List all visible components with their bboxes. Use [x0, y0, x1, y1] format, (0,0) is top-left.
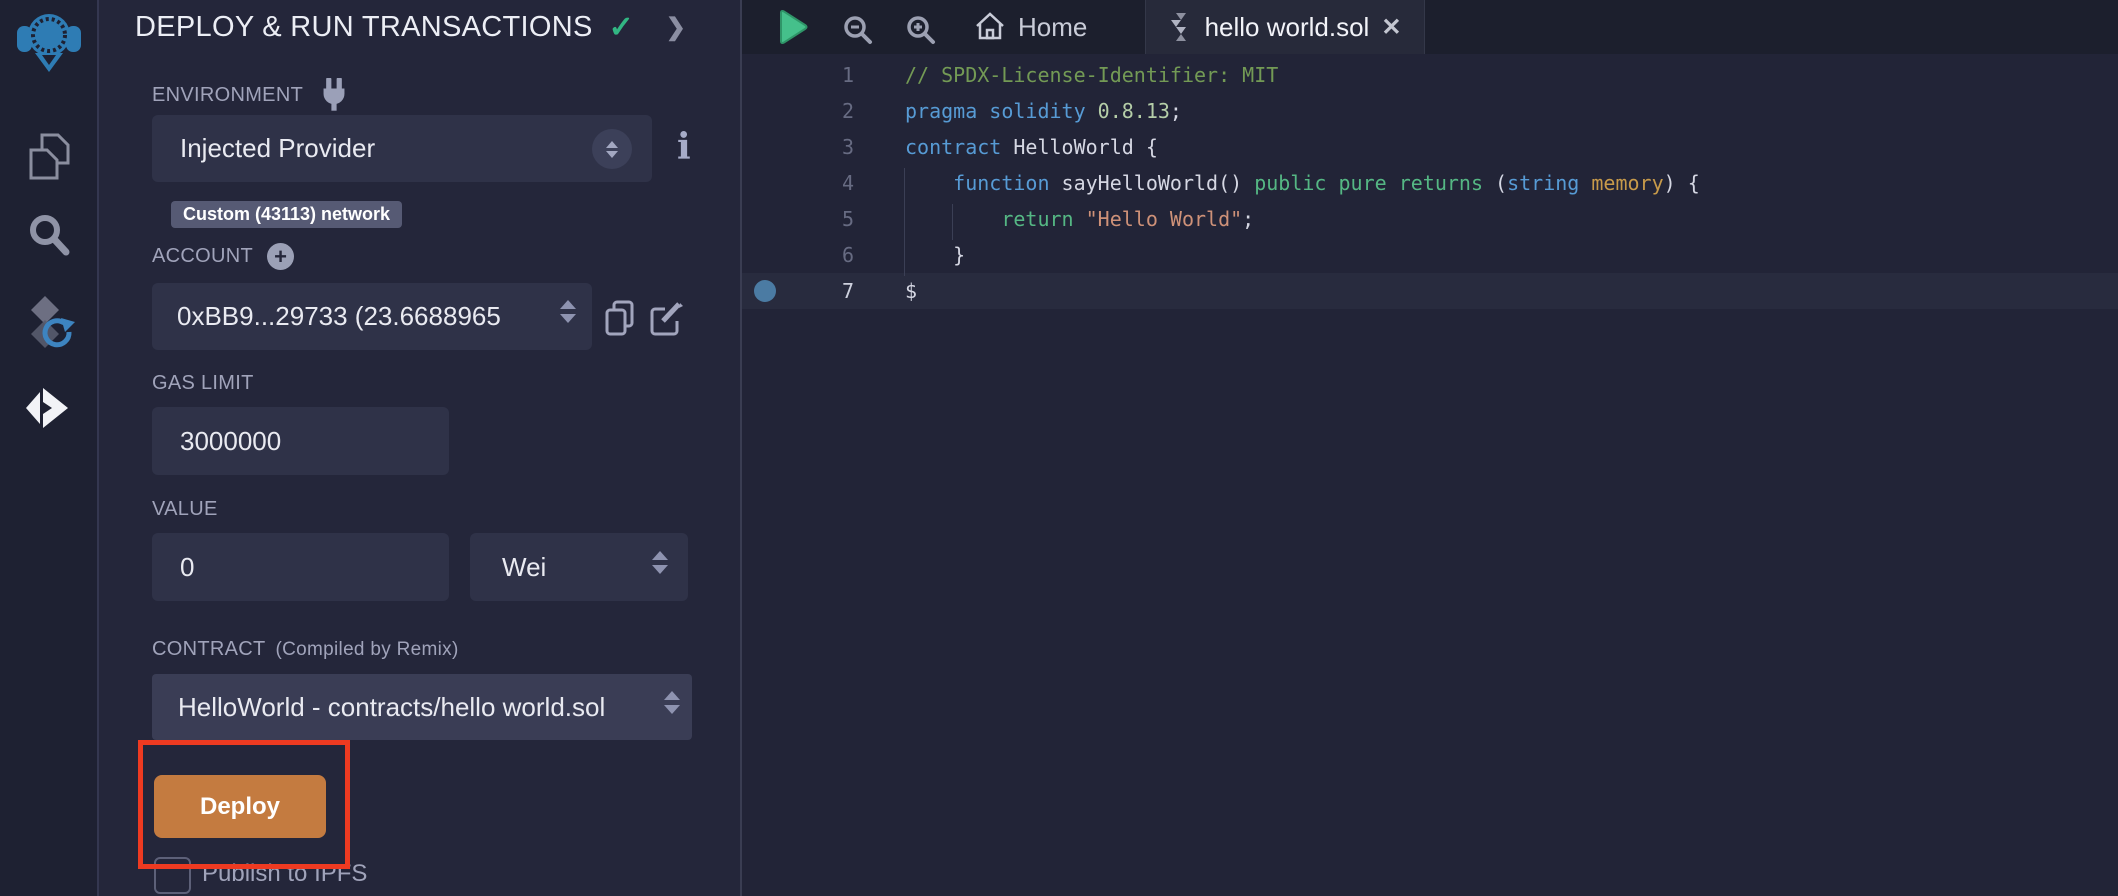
value-amount: 0 — [180, 552, 194, 583]
code-line: 5 return "Hello World"; — [742, 201, 2118, 237]
network-badge: Custom (43113) network — [171, 201, 402, 228]
deploy-run-panel: DEPLOY & RUN TRANSACTIONS ✓ ❯ ENVIRONMEN… — [99, 0, 742, 896]
account-label-row: ACCOUNT + — [152, 243, 294, 270]
code-line: 2 pragma solidity 0.8.13; — [742, 93, 2118, 129]
line-number: 7 — [788, 279, 854, 303]
check-icon: ✓ — [609, 10, 634, 45]
collapse-chevron-icon[interactable]: ❯ — [666, 13, 686, 42]
search-icon[interactable] — [0, 210, 97, 260]
indent-guide — [904, 168, 905, 276]
line-text: return "Hello World"; — [905, 207, 1254, 231]
tab-file-label: hello world.sol — [1205, 12, 1370, 43]
zoom-out-icon[interactable] — [842, 14, 874, 46]
info-icon[interactable]: i — [677, 126, 691, 168]
gas-limit-label-row: GAS LIMIT — [152, 372, 254, 395]
environment-select-arrows-icon — [592, 129, 632, 169]
gas-limit-input[interactable]: 3000000 — [152, 407, 449, 475]
deploy-button[interactable]: Deploy — [154, 775, 326, 838]
deploy-run-icon[interactable] — [0, 382, 97, 434]
value-unit: Wei — [502, 552, 546, 583]
publish-to-ipfs-label: Publish to IPFS — [202, 860, 367, 888]
code-area[interactable]: 1 // SPDX-License-Identifier: MIT 2 pragma … — [742, 54, 2118, 896]
line-number: 2 — [788, 99, 854, 123]
environment-value: Injected Provider — [180, 133, 375, 164]
value-input[interactable]: 0 — [152, 533, 449, 601]
remix-logo-icon[interactable] — [0, 8, 97, 76]
breakpoint-gutter[interactable] — [742, 165, 788, 201]
remix-app: DEPLOY & RUN TRANSACTIONS ✓ ❯ ENVIRONMEN… — [0, 0, 2118, 896]
contract-select[interactable]: HelloWorld - contracts/hello world.sol — [152, 674, 692, 740]
environment-label: ENVIRONMENT — [152, 84, 303, 107]
panel-title: DEPLOY & RUN TRANSACTIONS — [135, 11, 593, 44]
contract-label: CONTRACT — [152, 638, 266, 661]
code-line: 3 contract HelloWorld { — [742, 129, 2118, 165]
contract-note: (Compiled by Remix) — [276, 639, 459, 661]
breakpoint-gutter[interactable] — [742, 273, 788, 309]
environment-select[interactable]: Injected Provider — [152, 115, 652, 182]
line-number: 1 — [788, 63, 854, 87]
code-line: 1 // SPDX-License-Identifier: MIT — [742, 57, 2118, 93]
file-explorer-icon[interactable] — [0, 130, 97, 184]
code-line: 4 function sayHelloWorld() public pure r… — [742, 165, 2118, 201]
tab-home-label: Home — [1018, 12, 1087, 43]
line-text: pragma solidity 0.8.13; — [905, 99, 1182, 123]
account-label: ACCOUNT — [152, 245, 253, 268]
tab-file-active[interactable]: hello world.sol ✕ — [1145, 0, 1425, 54]
copy-account-icon[interactable] — [602, 298, 638, 338]
breakpoint-gutter[interactable] — [742, 93, 788, 129]
line-text: // SPDX-License-Identifier: MIT — [905, 63, 1278, 87]
solidity-file-icon — [1169, 12, 1193, 42]
add-account-icon[interactable]: + — [267, 243, 294, 270]
value-unit-select[interactable]: Wei — [470, 533, 688, 601]
code-line: 7$ — [742, 273, 2118, 309]
remix-logo — [17, 8, 81, 76]
breakpoint-gutter[interactable] — [742, 201, 788, 237]
code-line: 6 } — [742, 237, 2118, 273]
line-text: contract HelloWorld { — [905, 135, 1158, 159]
plug-icon — [317, 78, 351, 112]
contract-label-row: CONTRACT (Compiled by Remix) — [152, 638, 459, 661]
line-text: $ — [905, 279, 917, 303]
tab-home[interactable]: Home — [964, 0, 1097, 54]
account-value: 0xBB9...29733 (23.6688965 — [177, 301, 501, 332]
line-text: function sayHelloWorld() public pure ret… — [905, 171, 1700, 195]
environment-label-row: ENVIRONMENT — [152, 78, 351, 112]
solidity-compiler-icon[interactable] — [0, 294, 97, 356]
close-tab-icon[interactable]: ✕ — [1381, 13, 1401, 42]
value-label-row: VALUE — [152, 498, 218, 521]
edit-account-icon[interactable] — [647, 299, 685, 337]
value-label: VALUE — [152, 498, 218, 521]
zoom-in-icon[interactable] — [905, 14, 937, 46]
indent-guide — [952, 204, 953, 240]
panel-header: DEPLOY & RUN TRANSACTIONS ✓ ❯ — [135, 10, 686, 45]
run-script-icon[interactable] — [775, 9, 809, 45]
gas-limit-value: 3000000 — [180, 426, 281, 457]
line-number: 3 — [788, 135, 854, 159]
line-text: } — [905, 243, 965, 267]
editor-tabbar: Home hello world.sol ✕ — [742, 0, 2118, 54]
line-number: 4 — [788, 171, 854, 195]
line-number: 5 — [788, 207, 854, 231]
code-lines: 1 // SPDX-License-Identifier: MIT 2 pragma … — [742, 57, 2118, 309]
home-icon — [974, 11, 1006, 43]
contract-select-arrows-icon — [664, 691, 680, 714]
line-number: 6 — [788, 243, 854, 267]
breakpoint-gutter[interactable] — [742, 129, 788, 165]
breakpoint-gutter[interactable] — [742, 237, 788, 273]
icon-sidebar — [0, 0, 99, 896]
contract-value: HelloWorld - contracts/hello world.sol — [178, 692, 605, 723]
publish-to-ipfs-checkbox[interactable] — [154, 857, 191, 894]
breakpoint-dot-icon[interactable] — [754, 280, 776, 302]
code-editor: Home hello world.sol ✕ 1 // SPDX-License-… — [742, 0, 2118, 896]
breakpoint-gutter[interactable] — [742, 57, 788, 93]
account-select-arrows-icon — [560, 300, 576, 323]
unit-select-arrows-icon — [652, 551, 668, 574]
account-select[interactable]: 0xBB9...29733 (23.6688965 — [152, 283, 592, 350]
gas-limit-label: GAS LIMIT — [152, 372, 254, 395]
